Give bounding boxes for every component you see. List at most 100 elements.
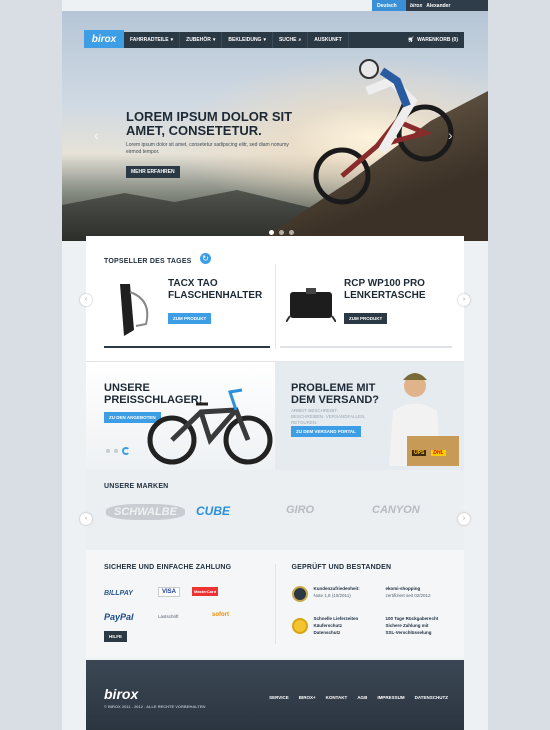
slider-dot[interactable] [289, 230, 294, 235]
hero-more-button[interactable]: MEHR ERFAHREN [126, 166, 180, 178]
topseller-section: TOPSELLER DES TAGES ↻ TACX TAO FLASCHENH… [86, 236, 464, 362]
footer-link-kontakt[interactable]: KONTAKT [326, 695, 348, 700]
birox-logo[interactable]: birox [84, 30, 124, 48]
user-menu[interactable]: birox Alexander [406, 0, 488, 11]
hero-title: LOREM IPSUM DOLOR SIT AMET, CONSETETUR. [126, 109, 293, 138]
brands-prev-icon[interactable]: ‹ [80, 513, 92, 525]
divider [275, 264, 276, 349]
help-button[interactable]: HILFE [104, 631, 127, 642]
hero-pagination [269, 230, 294, 235]
refresh-icon[interactable]: ↻ [200, 253, 212, 265]
hero-prev-arrow-icon[interactable]: ‹ [94, 127, 99, 143]
chevron-down-icon: ▾ [212, 37, 216, 43]
ekomi-label: ekomi-shopping [385, 586, 421, 591]
feature-item: SSL-Verschlüsselung [385, 630, 432, 635]
ups-logo: UPS [412, 450, 427, 456]
footer-link-service[interactable]: SERVICE [269, 695, 289, 700]
lastschrift-logo: Lastschrift [158, 614, 179, 619]
page: Deutsch birox Alexander birox FAHRRADTEI… [62, 0, 488, 730]
footer-link-impressum[interactable]: IMPRESSUM [377, 695, 404, 700]
topseller-prev-icon[interactable]: ‹ [80, 294, 92, 306]
product-button[interactable]: ZUM PRODUKT [168, 313, 212, 324]
footer: birox © BIROX 2011 - 2012 . ALLE RECHTE … [86, 660, 464, 730]
promo-pagination [106, 447, 130, 455]
language-selector[interactable]: Deutsch [372, 0, 406, 11]
product-button[interactable]: ZUM PRODUKT [344, 313, 388, 324]
search-icon: ⌕ [298, 37, 302, 43]
promo-section: UNSERE PREISSCHLAGER! ZU DEN ANGEBOTEN P… [86, 362, 464, 470]
slider-dot[interactable] [269, 230, 274, 235]
brand-cube[interactable]: CUBE [196, 504, 230, 518]
brand-giro[interactable]: GIRO [286, 504, 314, 516]
bottle-holder-image [120, 284, 149, 336]
trust-title: GEPRÜFT UND BESTANDEN [291, 564, 392, 571]
mountain-bike-image [147, 388, 273, 465]
chevron-down-icon: ▾ [170, 37, 174, 43]
footer-link-biroxplus[interactable]: BIROX+ [299, 695, 316, 700]
nav-suche[interactable]: SUCHE ⌕ [273, 32, 309, 48]
trust-column: GEPRÜFT UND BESTANDEN Kundenzufriedenhei… [276, 550, 465, 658]
cart-icon: 🛒︎ [407, 37, 415, 43]
payment-trust-section: SICHERE UND EINFACHE ZAHLUNG BILLPAY VIS… [86, 550, 464, 658]
slider-track [280, 346, 452, 348]
footer-link-datenschutz[interactable]: DATENSCHUTZ [415, 695, 448, 700]
rating-value: Note 1,8 (10/2011) [313, 593, 351, 598]
shipping-promo[interactable]: PROBLEME MIT DEM VERSAND? ARBEIT BESCHRE… [275, 362, 464, 470]
brands-section: UNSERE MARKEN SCHWALBE CUBE GIRO CANYON [86, 470, 464, 550]
feature-item: Datenschutz [313, 630, 341, 635]
slider-dot[interactable] [106, 449, 110, 453]
footer-links: SERVICE BIROX+ KONTAKT AGB IMPRESSUM DAT… [269, 695, 448, 700]
ekomi-date: zertifiziert seit 02/2012 [385, 593, 431, 598]
paypal-logo: PayPal [104, 612, 134, 622]
payment-title: SICHERE UND EINFACHE ZAHLUNG [104, 564, 232, 571]
slider-dot[interactable] [114, 449, 118, 453]
sofort-logo: sofort [212, 612, 229, 618]
product-name[interactable]: TACX TAO FLASCHENHALTER [168, 278, 268, 302]
hero-next-arrow-icon[interactable]: › [448, 127, 453, 143]
brands-next-icon[interactable]: › [458, 513, 470, 525]
quality-seal-icon [291, 618, 308, 634]
dhl-logo: DHL [431, 450, 446, 456]
nav-auskunft[interactable]: AUSKUNFT [308, 32, 349, 48]
mastercard-logo: MasterCard [192, 587, 219, 596]
product-name[interactable]: RCP WP100 PRO LENKERTASCHE [344, 278, 454, 302]
shipping-title: PROBLEME MIT DEM VERSAND? [291, 382, 380, 406]
billpay-logo: BILLPAY [104, 590, 133, 597]
payment-column: SICHERE UND EINFACHE ZAHLUNG BILLPAY VIS… [86, 550, 275, 658]
main-nav: birox FAHRRADTEILE ▾ ZUBEHÖR ▾ BEKLEIDUNG ▾… [84, 30, 464, 48]
slider-dot[interactable] [279, 230, 284, 235]
visa-logo: VISA [158, 587, 181, 597]
loading-icon [122, 447, 130, 455]
biker-image [313, 59, 454, 205]
footer-link-agb[interactable]: AGB [357, 695, 367, 700]
user-name[interactable]: Alexander [426, 3, 450, 11]
hero-text: Lorem ipsum dolor sit amet, consetetur s… [126, 142, 289, 155]
shipping-button[interactable]: ZU DEM VERSAND PORTAL [291, 426, 361, 437]
trusted-shops-seal-icon [291, 586, 308, 602]
chevron-down-icon: ▾ [263, 37, 266, 43]
feature-item: Käuferschutz [313, 623, 343, 628]
topseller-next-icon[interactable]: › [458, 294, 470, 306]
shipping-text: ARBEIT BESCHREIBT. BESCHREIBEN. VERSANDF… [291, 408, 366, 425]
handlebar-bag-image [286, 288, 336, 322]
nav-zubehoer[interactable]: ZUBEHÖR ▾ [180, 32, 223, 48]
slider-progress [104, 346, 270, 348]
feature-item: Schnelle Lieferzeiten [313, 616, 359, 621]
birox-plus-link[interactable]: birox [410, 3, 422, 11]
deals-promo[interactable]: UNSERE PREISSCHLAGER! ZU DEN ANGEBOTEN [86, 362, 275, 470]
hero-banner: birox FAHRRADTEILE ▾ ZUBEHÖR ▾ BEKLEIDUNG ▾… [62, 11, 488, 241]
cart-button[interactable]: 🛒︎ WARENKORB (0) [402, 37, 464, 43]
brand-canyon[interactable]: CANYON [372, 504, 420, 516]
copyright: © BIROX 2011 - 2012 . ALLE RECHTE VORBEH… [104, 704, 206, 709]
content-card: TOPSELLER DES TAGES ↻ TACX TAO FLASCHENH… [86, 236, 464, 658]
rating-label: Kundenzufriedenheit: [313, 586, 360, 591]
topseller-title: TOPSELLER DES TAGES [104, 258, 192, 265]
brand-schwalbe[interactable]: SCHWALBE [106, 504, 185, 520]
top-bar: Deutsch birox Alexander [372, 0, 488, 11]
feature-item: Sichere Zahlung mit [385, 623, 429, 628]
footer-logo[interactable]: birox [104, 686, 138, 702]
feature-item: 100 Tage Rückgaberecht [385, 616, 439, 621]
brands-title: UNSERE MARKEN [104, 483, 169, 490]
nav-fahrradteile[interactable]: FAHRRADTEILE ▾ [124, 32, 181, 48]
nav-bekleidung[interactable]: BEKLEIDUNG ▾ [222, 32, 273, 48]
